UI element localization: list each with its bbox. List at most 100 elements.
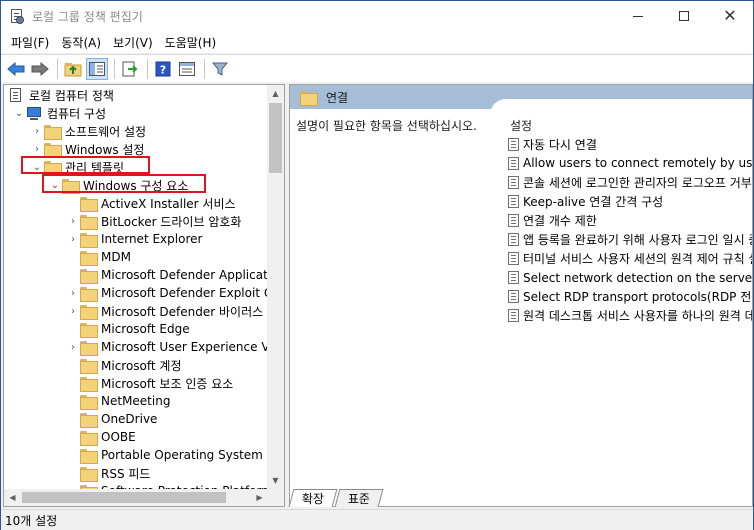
- tree-label-component: RSS 피드: [101, 466, 151, 481]
- tree-node-component[interactable]: Software Protection Platform: [66, 482, 268, 489]
- setting-row[interactable]: Select RDP transport protocols(RDP 전송 프로…: [508, 287, 752, 305]
- chevron-right-icon[interactable]: ›: [66, 212, 80, 230]
- tree-node-component[interactable]: OneDrive: [66, 410, 157, 428]
- properties-button[interactable]: [176, 58, 198, 80]
- setting-label: 원격 데스크톱 서비스 사용자를 하나의 원격 데스크톱 서비스 세션으로 제한: [523, 308, 752, 323]
- chevron-right-icon[interactable]: ›: [30, 122, 44, 140]
- scroll-up-icon[interactable]: ▲: [267, 85, 284, 102]
- scroll-right-icon[interactable]: ▶: [251, 489, 268, 506]
- tree-pane[interactable]: 로컬 컴퓨터 정책 ⌄ 컴퓨터 구성 › 소프트웨어 설정 › Windows …: [3, 84, 285, 507]
- tab-standard-label: 표준: [347, 492, 371, 506]
- folder-icon: [80, 394, 98, 410]
- tree-node-component[interactable]: ActiveX Installer 서비스: [66, 194, 236, 212]
- tree-node-component[interactable]: Portable Operating System: [66, 446, 263, 464]
- tree-node-component[interactable]: Microsoft 계정: [66, 356, 182, 374]
- chevron-down-icon[interactable]: ⌄: [12, 104, 26, 122]
- setting-row[interactable]: 앱 등록을 완료하기 위해 사용자 로그인 일시 중단: [508, 230, 752, 248]
- policy-setting-icon: [508, 270, 519, 284]
- policy-setting-icon: [508, 137, 519, 151]
- folder-icon: [80, 466, 98, 482]
- folder-icon: [80, 214, 98, 230]
- tree-node-software-settings[interactable]: › 소프트웨어 설정: [30, 122, 146, 140]
- tree-node-component[interactable]: › Microsoft Defender 바이러스 백신: [66, 302, 268, 320]
- tree-node-component[interactable]: Microsoft Edge: [66, 320, 190, 338]
- tree-label-component: OOBE: [101, 430, 136, 444]
- scroll-left-icon[interactable]: ◀: [4, 489, 21, 506]
- folder-icon: [80, 430, 98, 446]
- setting-row[interactable]: Allow users to connect remotely by using…: [508, 154, 752, 172]
- tree-node-component[interactable]: › Microsoft User Experience Virtualizatio…: [66, 338, 268, 356]
- scroll-thumb[interactable]: [22, 492, 226, 503]
- setting-row[interactable]: 자동 다시 연결: [508, 135, 597, 153]
- title-bar: 로컬 그룹 정책 편집기 ✕: [1, 1, 753, 31]
- chevron-right-icon[interactable]: ›: [66, 230, 80, 248]
- tree-label-component: Microsoft Defender 바이러스 백신: [101, 304, 268, 319]
- folder-icon: [44, 124, 62, 140]
- toolbar-separator: [114, 58, 115, 79]
- tab-extended[interactable]: 확장: [288, 489, 338, 507]
- chevron-right-icon[interactable]: ›: [66, 302, 80, 320]
- setting-row[interactable]: 콘솔 세션에 로그인한 관리자의 로그오프 거부: [508, 173, 752, 191]
- minimize-button[interactable]: [615, 1, 661, 31]
- menu-action[interactable]: 동작(A): [55, 34, 107, 51]
- close-icon: ✕: [723, 6, 737, 25]
- tree-horizontal-scrollbar[interactable]: ◀ ▶: [4, 489, 268, 506]
- status-bar: 10개 설정: [1, 509, 753, 530]
- setting-row[interactable]: 터미널 서비스 사용자 세션의 원격 제어 규칙 설정: [508, 249, 752, 267]
- tree-node-root[interactable]: 로컬 컴퓨터 정책: [8, 86, 114, 104]
- policy-setting-icon: [508, 175, 519, 189]
- setting-row[interactable]: Select network detection on the server(서…: [508, 268, 752, 286]
- help-button[interactable]: ?: [152, 58, 174, 80]
- scroll-thumb[interactable]: [269, 103, 282, 173]
- scroll-down-icon[interactable]: ▼: [267, 472, 284, 489]
- setting-row[interactable]: 연결 개수 제한: [508, 211, 597, 229]
- tree-node-component[interactable]: › Microsoft Defender Exploit Guard: [66, 284, 268, 302]
- tab-standard[interactable]: 표준: [334, 489, 384, 507]
- folder-icon: [80, 448, 98, 464]
- setting-row[interactable]: 원격 데스크톱 서비스 사용자를 하나의 원격 데스크톱 서비스 세션으로 제한: [508, 306, 752, 324]
- tree-node-computer[interactable]: ⌄ 컴퓨터 구성: [12, 104, 106, 122]
- details-header-curve: [490, 99, 752, 115]
- folder-icon: [300, 90, 318, 106]
- menu-help[interactable]: 도움말(H): [159, 34, 223, 51]
- minimize-icon: [633, 15, 643, 17]
- setting-label: 자동 다시 연결: [523, 137, 597, 152]
- tree-node-component[interactable]: › BitLocker 드라이브 암호화: [66, 212, 241, 230]
- forward-button[interactable]: [29, 58, 51, 80]
- chevron-right-icon[interactable]: ›: [66, 284, 80, 302]
- menu-view[interactable]: 보기(V): [107, 34, 159, 51]
- highlight-box-windows-components: [42, 174, 206, 193]
- menu-file[interactable]: 파일(F): [5, 34, 55, 51]
- settings-column-header[interactable]: 설정: [510, 117, 532, 134]
- folder-icon: [80, 340, 98, 356]
- policy-document-icon: [8, 87, 24, 103]
- tree-node-component[interactable]: OOBE: [66, 428, 136, 446]
- setting-row[interactable]: Keep-alive 연결 간격 구성: [508, 192, 663, 210]
- export-list-button[interactable]: [119, 58, 141, 80]
- tree-node-component[interactable]: Microsoft Defender Application Guard: [66, 266, 268, 284]
- show-hide-tree-button[interactable]: [86, 57, 108, 80]
- tree-vertical-scrollbar[interactable]: ▲ ▼: [267, 85, 284, 489]
- policy-setting-icon: [508, 308, 519, 322]
- back-button[interactable]: [5, 58, 27, 80]
- folder-icon: [44, 142, 62, 158]
- tree-node-component[interactable]: Microsoft 보조 인증 요소: [66, 374, 233, 392]
- filter-icon: [212, 62, 228, 76]
- filter-button[interactable]: [209, 58, 231, 80]
- close-button[interactable]: ✕: [707, 1, 753, 31]
- tree-node-component[interactable]: RSS 피드: [66, 464, 150, 482]
- maximize-button[interactable]: [661, 1, 707, 31]
- tree-node-component[interactable]: NetMeeting: [66, 392, 170, 410]
- tree-node-component[interactable]: › Internet Explorer: [66, 230, 202, 248]
- tree-node-component[interactable]: MDM: [66, 248, 131, 266]
- help-icon: ?: [155, 61, 171, 76]
- up-button[interactable]: [62, 58, 84, 80]
- chevron-right-icon[interactable]: ›: [66, 338, 80, 356]
